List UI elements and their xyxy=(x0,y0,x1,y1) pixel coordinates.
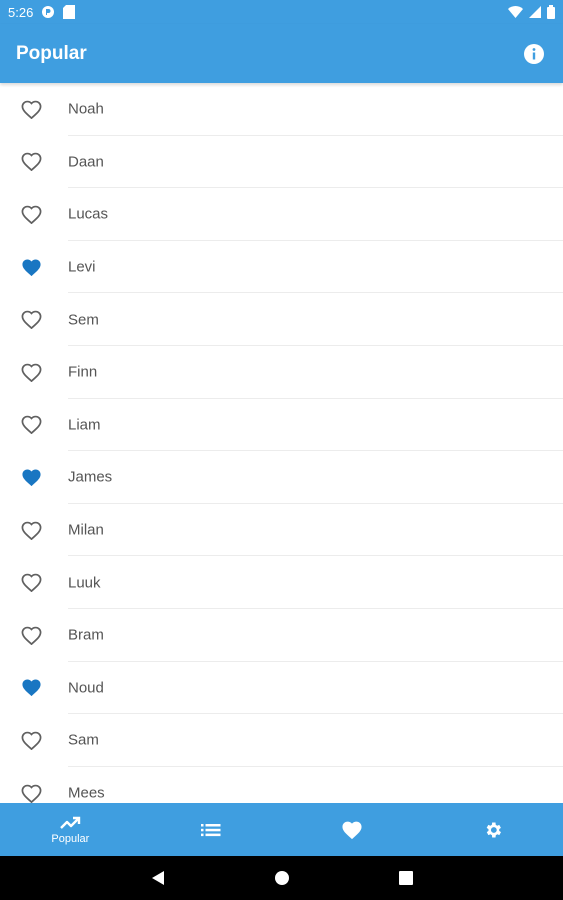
list-item[interactable]: James xyxy=(0,451,563,504)
list-item[interactable]: Bram xyxy=(0,609,563,662)
system-nav-bar xyxy=(0,856,563,900)
name-label: Finn xyxy=(68,363,98,381)
favorite-heart-outline-button[interactable] xyxy=(20,519,42,541)
heart-outline-icon xyxy=(21,573,41,593)
battery-icon xyxy=(547,5,555,19)
list-item[interactable]: Sam xyxy=(0,714,563,767)
list-item[interactable]: Mees xyxy=(0,767,563,803)
list-item[interactable]: Finn xyxy=(0,346,563,399)
home-circle-icon xyxy=(274,871,289,885)
name-label: Sam xyxy=(68,731,99,749)
favorite-heart-outline-button[interactable] xyxy=(20,309,42,331)
list-item[interactable]: Lucas xyxy=(0,188,563,241)
name-label: Bram xyxy=(68,626,104,644)
heart-outline-icon xyxy=(21,153,41,172)
name-label: Lucas xyxy=(68,205,109,223)
list-item[interactable]: Noud xyxy=(0,662,563,715)
name-label: Noah xyxy=(68,100,104,118)
name-label: Noud xyxy=(68,679,104,697)
recents-square-icon xyxy=(398,871,413,885)
back-triangle-icon xyxy=(151,871,164,885)
nav-tab-popular-label: Popular xyxy=(51,832,90,845)
heart-filled-icon xyxy=(21,259,41,276)
favorite-heart-outline-button[interactable] xyxy=(20,572,42,594)
heart-outline-icon xyxy=(21,363,41,382)
name-label: Levi xyxy=(68,258,96,276)
favorite-heart-filled-button[interactable] xyxy=(20,677,42,699)
favorite-heart-outline-button[interactable] xyxy=(20,414,42,436)
heart-filled-icon xyxy=(21,679,41,697)
favorite-heart-outline-button[interactable] xyxy=(20,98,42,120)
heart-outline-icon xyxy=(21,310,41,330)
list-item[interactable]: Levi xyxy=(0,241,563,294)
trending-up-icon xyxy=(60,816,81,829)
list-item[interactable]: Noah xyxy=(0,83,563,136)
nav-tab-favorites[interactable] xyxy=(282,803,423,856)
heart-outline-icon xyxy=(21,784,41,803)
heart-outline-icon xyxy=(21,205,41,224)
favorite-heart-outline-button[interactable] xyxy=(20,624,42,646)
nav-tab-list[interactable] xyxy=(141,803,282,856)
heart-outline-icon xyxy=(21,100,41,119)
status-right xyxy=(508,5,555,19)
favorite-heart-outline-button[interactable] xyxy=(20,361,42,383)
list-item[interactable]: Luuk xyxy=(0,556,563,609)
page-title: Popular xyxy=(16,42,87,64)
heart-outline-icon xyxy=(21,416,41,435)
heart-outline-icon xyxy=(21,626,41,645)
heart-icon xyxy=(342,821,362,839)
favorite-heart-filled-button[interactable] xyxy=(20,256,42,278)
gear-icon xyxy=(486,822,501,837)
signal-icon xyxy=(529,6,541,18)
system-home-button[interactable] xyxy=(270,866,294,890)
list-item[interactable]: Liam xyxy=(0,399,563,452)
status-left: 5:26 xyxy=(8,4,76,20)
heart-outline-icon xyxy=(21,731,41,750)
favorite-heart-outline-button[interactable] xyxy=(20,782,42,803)
app-bar: Popular xyxy=(0,24,563,83)
names-list: Noah Daan Lucas Levi Sem Finn Liam James Milan Lu… xyxy=(0,83,563,803)
heart-outline-icon xyxy=(21,521,41,540)
list-item[interactable]: Milan xyxy=(0,504,563,557)
nav-tab-settings[interactable] xyxy=(422,803,563,856)
notification-p-icon xyxy=(41,5,55,19)
favorite-heart-outline-button[interactable] xyxy=(20,203,42,225)
info-icon xyxy=(524,43,544,64)
status-bar: 5:26 xyxy=(0,0,563,24)
list-item[interactable]: Daan xyxy=(0,136,563,189)
name-label: Luuk xyxy=(68,574,101,592)
info-button[interactable] xyxy=(521,41,547,67)
system-recents-button[interactable] xyxy=(394,866,418,890)
system-back-button[interactable] xyxy=(146,866,170,890)
nav-tab-popular[interactable]: Popular xyxy=(0,803,141,856)
list-icon xyxy=(201,823,221,836)
wifi-icon xyxy=(508,6,523,18)
heart-filled-icon xyxy=(21,469,41,487)
name-label: Sem xyxy=(68,311,99,329)
sd-card-icon xyxy=(63,5,76,19)
name-label: Liam xyxy=(68,416,101,434)
favorite-heart-outline-button[interactable] xyxy=(20,151,42,173)
bottom-nav: Popular xyxy=(0,803,563,856)
name-label: James xyxy=(68,468,113,486)
name-label: Daan xyxy=(68,153,104,171)
list-item[interactable]: Sem xyxy=(0,293,563,346)
status-time: 5:26 xyxy=(8,4,34,20)
favorite-heart-outline-button[interactable] xyxy=(20,729,42,751)
name-label: Mees xyxy=(68,784,105,802)
favorite-heart-filled-button[interactable] xyxy=(20,466,42,488)
name-label: Milan xyxy=(68,521,104,539)
